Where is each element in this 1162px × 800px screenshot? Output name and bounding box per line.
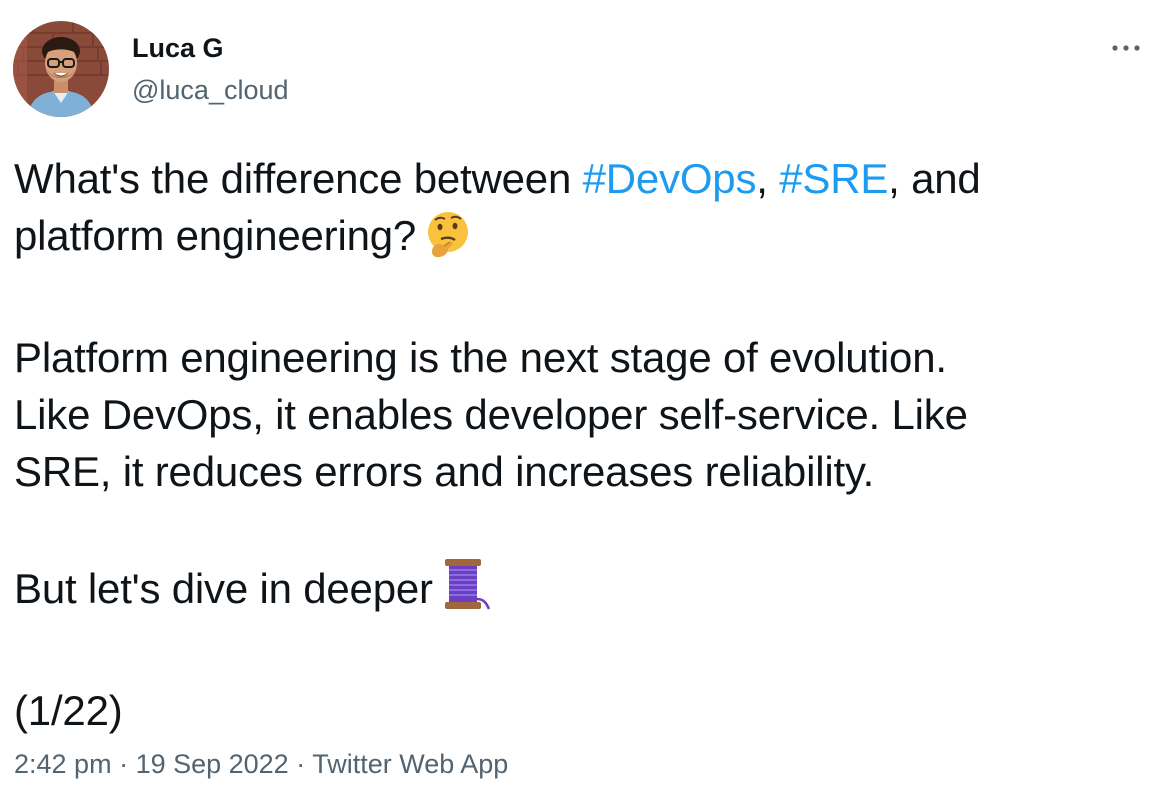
tweet-line: SRE, it reduces errors and increases rel… — [14, 448, 875, 495]
avatar-photo — [13, 21, 109, 117]
tweet-line: Like DevOps, it enables developer self-s… — [14, 391, 968, 438]
tweet-timestamp-link[interactable]: 2:42 pm — [14, 749, 112, 779]
hashtag-sre-link[interactable]: #SRE — [779, 155, 888, 202]
more-options-button[interactable] — [1108, 36, 1144, 60]
thread-spool-icon — [439, 555, 495, 627]
avatar[interactable] — [13, 21, 109, 117]
meta-separator: · — [111, 749, 136, 779]
tweet-metadata: 2:42 pm · 19 Sep 2022 · Twitter Web App — [14, 745, 508, 783]
author-handle[interactable]: @luca_cloud — [132, 71, 289, 109]
tweet-text-segment: platform engineering? — [14, 212, 417, 259]
thinking-face-icon — [422, 208, 474, 274]
tweet-text-segment: , and — [888, 155, 981, 202]
thread-counter: (1/22) — [14, 687, 123, 734]
tweet-text: What's the difference between #DevOps, #… — [14, 150, 1134, 739]
tweet-line: platform engineering? — [14, 207, 1134, 274]
tweet-line: What's the difference between #DevOps, #… — [14, 150, 1134, 207]
tweet-card: Luca G @luca_cloud What's the difference… — [0, 0, 1162, 800]
hashtag-devops-link[interactable]: #DevOps — [583, 155, 757, 202]
tweet-date-link[interactable]: 19 Sep 2022 — [136, 749, 289, 779]
more-horizontal-icon — [1112, 45, 1140, 51]
tweet-text-segment: , — [756, 155, 780, 202]
tweet-text-segment: But let's dive in deeper — [14, 565, 433, 612]
author-display-name[interactable]: Luca G — [132, 29, 224, 67]
tweet-line: Platform engineering is the next stage o… — [14, 334, 947, 381]
tweet-text-segment: What's the difference between — [14, 155, 583, 202]
meta-separator: · — [288, 749, 313, 779]
tweet-line: But let's dive in deeper — [14, 555, 1134, 627]
tweet-source-link[interactable]: Twitter Web App — [312, 749, 508, 779]
